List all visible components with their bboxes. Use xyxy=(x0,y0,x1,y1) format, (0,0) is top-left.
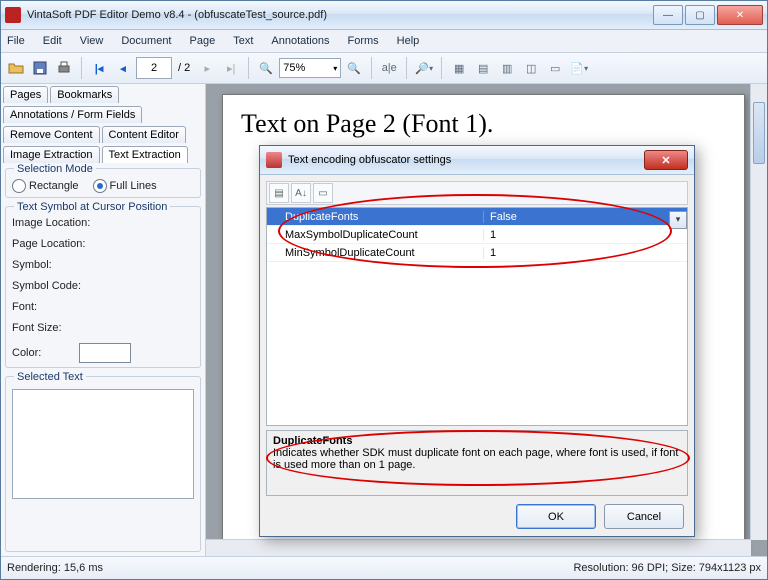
label-page-location: Page Location: xyxy=(12,238,194,250)
prev-page-icon[interactable]: ◂ xyxy=(112,57,134,79)
menu-text[interactable]: Text xyxy=(233,35,253,47)
menu-edit[interactable]: Edit xyxy=(43,35,62,47)
group-title-cursor: Text Symbol at Cursor Position xyxy=(14,201,170,213)
prop-name: MaxSymbolDuplicateCount xyxy=(267,229,484,241)
save-icon[interactable] xyxy=(29,57,51,79)
menu-annotations[interactable]: Annotations xyxy=(271,35,329,47)
zoom-in-icon[interactable]: 🔍 xyxy=(343,57,365,79)
ok-button[interactable]: OK xyxy=(516,504,596,529)
next-page-icon[interactable]: ▸ xyxy=(196,57,218,79)
horizontal-scrollbar[interactable] xyxy=(206,539,751,556)
tab-remove-content[interactable]: Remove Content xyxy=(3,126,100,143)
prop-name: DuplicateFonts xyxy=(267,211,484,223)
page-total-label: / 2 xyxy=(174,62,194,74)
zoom-out-icon[interactable]: 🔍 xyxy=(255,57,277,79)
propertygrid-toolbar: ▤ A↓ ▭ xyxy=(266,181,688,205)
statusbar: Rendering: 15,6 ms Resolution: 96 DPI; S… xyxy=(1,556,767,579)
tab-text-extraction[interactable]: Text Extraction xyxy=(102,146,188,163)
dialog-title: Text encoding obfuscator settings xyxy=(288,154,644,166)
status-resolution: Resolution: 96 DPI; Size: 794x1123 px xyxy=(573,562,761,574)
main-toolbar: |◂ ◂ / 2 ▸ ▸| 🔍 75%▾ 🔍 a|e 🔎▾ ▦ ▤ ▥ ◫ ▭ … xyxy=(1,53,767,84)
property-description: DuplicateFonts Indicates whether SDK mus… xyxy=(266,430,688,496)
menu-page[interactable]: Page xyxy=(190,35,216,47)
group-selected-text: Selected Text xyxy=(5,376,201,552)
find-icon[interactable]: 🔎▾ xyxy=(413,57,435,79)
menubar: File Edit View Document Page Text Annota… xyxy=(1,30,767,53)
tool5-icon[interactable]: ▭ xyxy=(544,57,566,79)
page-number-input[interactable] xyxy=(136,57,172,79)
color-swatch[interactable] xyxy=(79,343,131,363)
radio-rectangle[interactable]: Rectangle xyxy=(12,179,79,193)
scroll-thumb[interactable] xyxy=(753,102,765,164)
prop-value: False xyxy=(490,211,517,223)
tool3-icon[interactable]: ▥ xyxy=(496,57,518,79)
tab-pages[interactable]: Pages xyxy=(3,86,48,103)
radio-full-lines[interactable]: Full Lines xyxy=(93,179,157,193)
first-page-icon[interactable]: |◂ xyxy=(88,57,110,79)
tool2-icon[interactable]: ▤ xyxy=(472,57,494,79)
zoom-combo[interactable]: 75%▾ xyxy=(279,58,341,78)
selected-text-area[interactable] xyxy=(12,389,194,499)
minimize-button[interactable]: — xyxy=(653,5,683,25)
tab-content-editor[interactable]: Content Editor xyxy=(102,126,186,143)
dialog-icon xyxy=(266,152,282,168)
status-rendering: Rendering: 15,6 ms xyxy=(7,562,103,574)
menu-view[interactable]: View xyxy=(80,35,104,47)
dialog-titlebar: Text encoding obfuscator settings ✕ xyxy=(260,146,694,175)
menu-help[interactable]: Help xyxy=(397,35,420,47)
prop-row-duplicatefonts[interactable]: DuplicateFonts False ▾ xyxy=(267,208,687,226)
group-selection-mode: Selection Mode Rectangle Full Lines xyxy=(5,168,201,198)
label-image-location: Image Location: xyxy=(12,217,194,229)
pg-alphabetical-icon[interactable]: A↓ xyxy=(291,183,311,203)
pg-categorized-icon[interactable]: ▤ xyxy=(269,183,289,203)
tool6-icon[interactable]: 📄▾ xyxy=(568,57,590,79)
tool4-icon[interactable]: ◫ xyxy=(520,57,542,79)
text-tool-icon[interactable]: a|e xyxy=(378,57,400,79)
group-title-selected: Selected Text xyxy=(14,371,86,383)
maximize-button[interactable]: ▢ xyxy=(685,5,715,25)
group-title-selection: Selection Mode xyxy=(14,163,96,175)
label-font-size: Font Size: xyxy=(12,322,194,334)
app-icon xyxy=(5,7,21,23)
open-icon[interactable] xyxy=(5,57,27,79)
side-panel: Pages Bookmarks Annotations / Form Field… xyxy=(1,84,206,556)
app-window: VintaSoft PDF Editor Demo v8.4 - (obfusc… xyxy=(0,0,768,580)
cancel-button[interactable]: Cancel xyxy=(604,504,684,529)
titlebar: VintaSoft PDF Editor Demo v8.4 - (obfusc… xyxy=(1,1,767,30)
dropdown-icon[interactable]: ▾ xyxy=(669,211,687,229)
zoom-value: 75% xyxy=(283,62,305,74)
pg-pages-icon[interactable]: ▭ xyxy=(313,183,333,203)
menu-file[interactable]: File xyxy=(7,35,25,47)
tab-annotations[interactable]: Annotations / Form Fields xyxy=(3,106,142,123)
label-color: Color: xyxy=(12,347,41,359)
label-symbol: Symbol: xyxy=(12,259,194,271)
property-grid[interactable]: DuplicateFonts False ▾ MaxSymbolDuplicate… xyxy=(266,207,688,426)
prop-row-maxsymbol[interactable]: MaxSymbolDuplicateCount 1 xyxy=(267,226,687,244)
print-icon[interactable] xyxy=(53,57,75,79)
desc-title: DuplicateFonts xyxy=(273,435,681,447)
menu-forms[interactable]: Forms xyxy=(348,35,379,47)
prop-value: 1 xyxy=(484,229,687,241)
prop-row-minsymbol[interactable]: MinSymbolDuplicateCount 1 xyxy=(267,244,687,262)
tab-bookmarks[interactable]: Bookmarks xyxy=(50,86,119,103)
window-title: VintaSoft PDF Editor Demo v8.4 - (obfusc… xyxy=(27,9,653,21)
dialog-close-button[interactable]: ✕ xyxy=(644,150,688,170)
vertical-scrollbar[interactable] xyxy=(750,84,767,540)
group-cursor-info: Text Symbol at Cursor Position Image Loc… xyxy=(5,206,201,368)
desc-body: Indicates whether SDK must duplicate fon… xyxy=(273,447,681,471)
menu-document[interactable]: Document xyxy=(121,35,171,47)
tab-image-extraction[interactable]: Image Extraction xyxy=(3,146,100,163)
prop-value: 1 xyxy=(484,247,687,259)
tool1-icon[interactable]: ▦ xyxy=(448,57,470,79)
last-page-icon[interactable]: ▸| xyxy=(220,57,242,79)
prop-name: MinSymbolDuplicateCount xyxy=(267,247,484,259)
close-button[interactable]: ✕ xyxy=(717,5,763,25)
label-symbol-code: Symbol Code: xyxy=(12,280,194,292)
dialog-obfuscator-settings: Text encoding obfuscator settings ✕ ▤ A↓… xyxy=(259,145,695,537)
label-font: Font: xyxy=(12,301,194,313)
